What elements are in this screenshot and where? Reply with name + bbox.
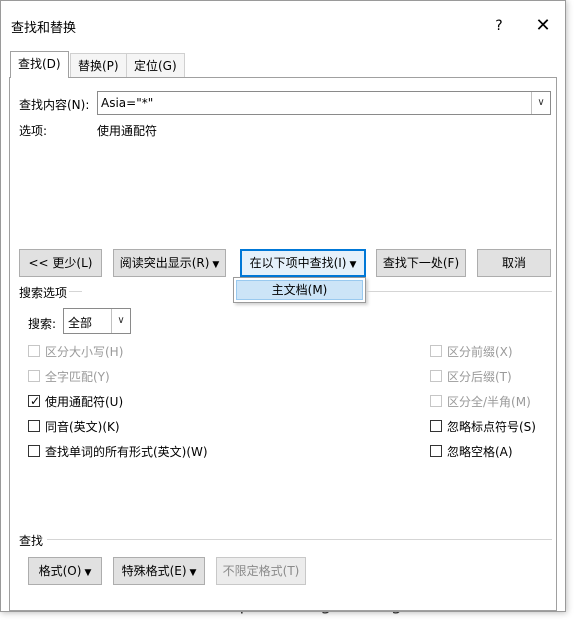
checkbox-box[interactable]: ✓ <box>28 394 41 408</box>
checkbox-box[interactable] <box>430 345 442 357</box>
check-icon: ✓ <box>30 394 41 408</box>
find-in-label: 在以下项中查找(I) <box>249 256 347 270</box>
checkbox-box[interactable] <box>28 445 40 457</box>
checkbox-label: 使用通配符(U) <box>45 395 124 409</box>
checkbox-label: 区分大小写(H) <box>45 345 124 359</box>
options-value: 使用通配符 <box>97 124 158 138</box>
checkbox-box[interactable] <box>430 395 442 407</box>
special-label: 特殊格式(E) <box>121 564 187 578</box>
no-formatting-button[interactable]: 不限定格式(T) <box>216 557 306 585</box>
checkbox-label: 全字匹配(Y) <box>45 370 110 384</box>
find-what-label: 查找内容(N): <box>19 98 90 112</box>
checkbox-box[interactable] <box>430 420 442 432</box>
find-replace-dialog: 查找和替换 ? ✕ 查找(D) 替换(P) 定位(G) 查找内容(N): Asi… <box>0 0 566 612</box>
reading-highlight-button[interactable]: 阅读突出显示(R) ▼ <box>113 249 226 277</box>
format-button[interactable]: 格式(O) ▼ <box>28 557 102 585</box>
find-what-value: Asia="*" <box>101 96 154 110</box>
find-next-button[interactable]: 查找下一处(F) <box>376 249 466 277</box>
less-button[interactable]: << 更少(L) <box>19 249 102 277</box>
find-group-title: 查找 <box>19 534 44 548</box>
caret-down-icon: ▼ <box>189 568 197 578</box>
find-what-input[interactable]: Asia="*" ∨ <box>97 91 551 115</box>
menu-item-main-document[interactable]: 主文档(M) <box>236 280 363 300</box>
group-divider <box>47 539 552 540</box>
checkbox-label: 查找单词的所有形式(英文)(W) <box>45 445 208 459</box>
group-divider <box>69 291 82 292</box>
checkbox-label: 区分全/半角(M) <box>447 395 531 409</box>
help-button[interactable]: ? <box>487 14 511 38</box>
search-direction-select[interactable]: 全部 ∨ <box>63 308 131 334</box>
checkbox-label: 区分后缀(T) <box>447 370 512 384</box>
caret-down-icon: ▼ <box>349 260 357 270</box>
cancel-button[interactable]: 取消 <box>477 249 551 277</box>
chevron-down-icon[interactable]: ∨ <box>531 92 550 114</box>
find-in-menu: 主文档(M) <box>233 277 366 303</box>
checkbox-box[interactable] <box>430 370 442 382</box>
tab-find[interactable]: 查找(D) <box>10 51 69 78</box>
caret-down-icon: ▼ <box>84 568 92 578</box>
tab-replace[interactable]: 替换(P) <box>70 53 127 77</box>
checkbox-label: 区分前缀(X) <box>447 345 513 359</box>
format-label: 格式(O) <box>38 564 82 578</box>
chevron-down-icon[interactable]: ∨ <box>111 309 130 333</box>
checkbox-box[interactable] <box>28 370 40 382</box>
caret-down-icon: ▼ <box>212 260 220 270</box>
checkbox-label: 同音(英文)(K) <box>45 420 120 434</box>
search-options-title: 搜索选项 <box>19 286 68 300</box>
find-in-button[interactable]: 在以下项中查找(I) ▼ <box>240 249 366 277</box>
checkbox-box[interactable] <box>28 420 40 432</box>
options-label: 选项: <box>19 124 48 138</box>
group-divider <box>366 291 552 292</box>
reading-highlight-label: 阅读突出显示(R) <box>119 256 210 270</box>
title-bar: 查找和替换 ? ✕ <box>1 1 565 47</box>
checkbox-label: 忽略标点符号(S) <box>447 420 536 434</box>
checkbox-box[interactable] <box>28 345 40 357</box>
special-button[interactable]: 特殊格式(E) ▼ <box>113 557 205 585</box>
checkbox-box[interactable] <box>430 445 442 457</box>
checkbox-label: 忽略空格(A) <box>447 445 513 459</box>
search-direction-value: 全部 <box>68 316 93 330</box>
tab-goto[interactable]: 定位(G) <box>126 53 185 77</box>
close-button[interactable]: ✕ <box>531 14 555 38</box>
search-direction-label: 搜索: <box>28 317 57 331</box>
dialog-title: 查找和替换 <box>11 21 77 36</box>
